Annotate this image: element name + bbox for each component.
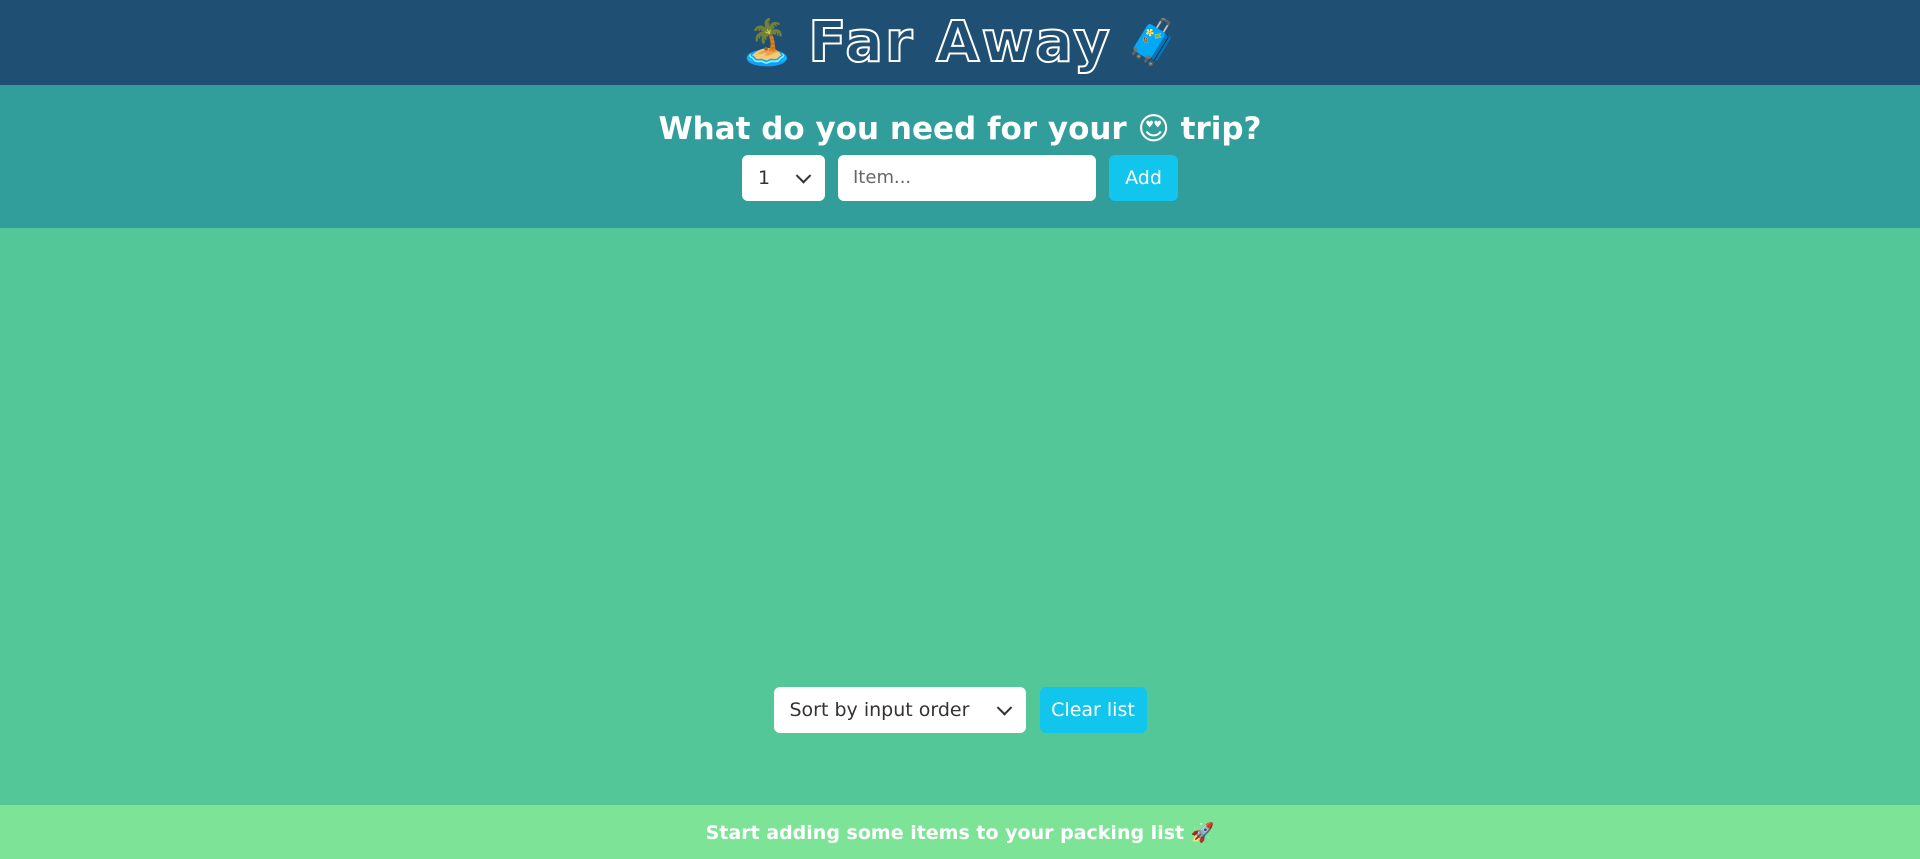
quantity-value: 1 (758, 166, 771, 189)
clear-list-button[interactable]: Clear list (1039, 687, 1147, 733)
list-actions: Sort by input order Clear list (0, 687, 1920, 733)
add-item-form: What do you need for your 😍 trip? 1 Add (0, 85, 1920, 228)
form-controls: 1 Add (742, 154, 1178, 201)
add-button[interactable]: Add (1109, 154, 1178, 201)
app-header: 🏝️ Far Away 🧳 (0, 0, 1920, 85)
stats-message: Start adding some items to your packing … (705, 821, 1215, 844)
sort-select[interactable]: Sort by input order (773, 687, 1026, 733)
form-heading: What do you need for your 😍 trip? (658, 111, 1262, 148)
sort-value: Sort by input order (789, 699, 970, 721)
chevron-down-icon (795, 167, 812, 184)
luggage-icon: 🧳 (1125, 16, 1181, 68)
packing-list: Sort by input order Clear list (0, 228, 1920, 805)
app-logo: Far Away (807, 9, 1112, 75)
chevron-down-icon (996, 700, 1012, 716)
item-input[interactable] (838, 154, 1096, 201)
island-icon: 🏝️ (739, 16, 795, 68)
stats-footer: Start adding some items to your packing … (0, 805, 1920, 859)
quantity-select[interactable]: 1 (742, 154, 825, 201)
